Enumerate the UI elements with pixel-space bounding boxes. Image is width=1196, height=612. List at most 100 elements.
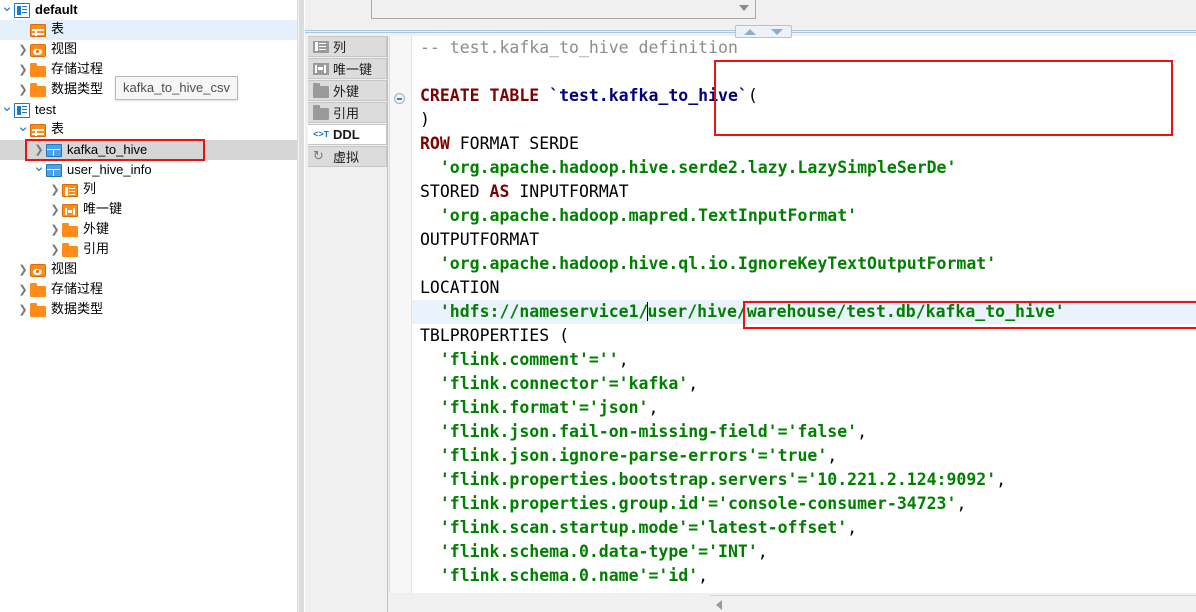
code-line[interactable]: ROW FORMAT SERDE	[412, 132, 1196, 156]
chevron-down-icon[interactable]	[735, 0, 753, 16]
code-line[interactable]: LOCATION	[412, 276, 1196, 300]
folder-icon	[30, 63, 46, 77]
tree-item-test[interactable]: ⌄ test	[0, 99, 297, 120]
folder-icon	[62, 223, 78, 237]
chevron-right-icon[interactable]: ❯	[48, 200, 62, 220]
tree-item-唯一键[interactable]: ❯ 唯一键	[0, 200, 297, 220]
code-fold-collapse-icon[interactable]	[394, 93, 405, 104]
sidebar-scrollbar-thumb[interactable]	[299, 0, 304, 612]
code-line[interactable]: 'org.apache.hadoop.hive.ql.io.IgnoreKeyT…	[412, 252, 1196, 276]
code-line[interactable]: 'flink.schema.0.data-type'='INT',	[412, 540, 1196, 564]
ddl-code-editor[interactable]: -- test.kafka_to_hive definition CREATE T…	[389, 36, 1196, 593]
tree-item-列[interactable]: ❯ 列	[0, 180, 297, 200]
sidebar-vertical-scrollbar[interactable]	[297, 0, 304, 612]
code-line[interactable]: OUTPUTFORMAT	[412, 228, 1196, 252]
code-token-cmt: -- test.kafka_to_hive definition	[420, 38, 738, 57]
chevron-right-icon[interactable]: ❯	[16, 60, 30, 80]
chevron-right-icon[interactable]: ❯	[48, 220, 62, 240]
chevron-right-icon[interactable]: ❯	[48, 240, 62, 260]
code-token-id: `test.kafka_to_hive`	[549, 86, 748, 105]
splitter-collapse-buttons[interactable]	[735, 25, 792, 38]
editor-gutter[interactable]	[390, 36, 412, 593]
code-line[interactable]: 'hdfs://nameservice1/user/hive/warehouse…	[412, 300, 1196, 324]
code-line[interactable]: 'flink.connector'='kafka',	[412, 372, 1196, 396]
code-token-pln: FORMAT SERDE	[449, 134, 579, 153]
code-line[interactable]: 'org.apache.hadoop.mapred.TextInputForma…	[412, 204, 1196, 228]
code-token-str: 'flink.schema.0.data-type'='INT'	[420, 542, 758, 561]
tree-item-default[interactable]: ⌄ default	[0, 0, 297, 20]
tree-item-kafka_to_hive[interactable]: ❯ kafka_to_hive	[0, 140, 297, 160]
code-line[interactable]: CREATE TABLE `test.kafka_to_hive`(	[412, 84, 1196, 108]
chevron-right-icon[interactable]: ❯	[16, 260, 30, 280]
ddl-icon: <>T	[313, 129, 330, 140]
tab-列[interactable]: 列	[308, 36, 387, 57]
tree-item-表[interactable]: ⌄ 表	[0, 119, 297, 140]
columns-icon	[62, 184, 78, 197]
code-token-pln: )	[420, 110, 430, 129]
tree-item-label: 数据类型	[51, 82, 104, 97]
collapse-up-icon[interactable]	[743, 28, 756, 35]
code-line[interactable]: 'flink.properties.bootstrap.servers'='10…	[412, 468, 1196, 492]
chevron-down-icon[interactable]: ⌄	[0, 99, 14, 118]
table-folder-icon	[30, 124, 46, 137]
chevron-right-icon[interactable]: ❯	[16, 300, 30, 320]
code-line[interactable]: 'flink.comment'='',	[412, 348, 1196, 372]
tree-item-视图[interactable]: ❯ 视图	[0, 260, 297, 280]
code-token-str: 'hdfs://nameservice1/	[420, 302, 649, 321]
tree-item-外键[interactable]: ❯ 外键	[0, 220, 297, 240]
code-line[interactable]	[412, 60, 1196, 84]
ddl-code-text[interactable]: -- test.kafka_to_hive definition CREATE T…	[412, 36, 1196, 593]
chevron-right-icon[interactable]: ❯	[48, 180, 62, 200]
code-token-str: 'flink.schema.0.name'='id'	[420, 566, 699, 585]
tree-item-视图[interactable]: ❯ 视图	[0, 40, 297, 60]
code-token-pln: ,	[827, 446, 838, 465]
tab-引用[interactable]: 引用	[308, 102, 387, 123]
chevron-down-icon[interactable]: ⌄	[32, 159, 46, 178]
code-line[interactable]: 'flink.json.ignore-parse-errors'='true',	[412, 444, 1196, 468]
columns-icon	[313, 40, 329, 53]
tree-item-数据类型[interactable]: ❯ 数据类型	[0, 300, 297, 320]
tree-tooltip: kafka_to_hive_csv	[115, 76, 238, 100]
chevron-down-icon[interactable]: ⌄	[0, 0, 14, 18]
tree-item-user_hive_info[interactable]: ⌄ user_hive_info	[0, 159, 297, 180]
tab-label: 虚拟	[333, 151, 360, 166]
tab-唯一键[interactable]: 唯一键	[308, 58, 387, 79]
database-tree-sidebar[interactable]: ⌄ default 表 ❯ 视图 ❯ 存储过程 ❯ 数据类型 ⌄ test ⌄ 表 ❯ kafka_to_…	[0, 0, 297, 612]
tab-label: 引用	[333, 107, 360, 122]
chevron-right-icon[interactable]: ❯	[32, 140, 46, 160]
chevron-right-icon[interactable]: ❯	[16, 80, 30, 100]
tree-item-表[interactable]: 表	[0, 20, 297, 40]
chevron-right-icon[interactable]: ❯	[16, 280, 30, 300]
code-line[interactable]: 'flink.scan.startup.mode'='latest-offset…	[412, 516, 1196, 540]
code-line[interactable]: 'flink.properties.group.id'='console-con…	[412, 492, 1196, 516]
code-line[interactable]: 'flink.format'='json',	[412, 396, 1196, 420]
editor-horizontal-scrollbar[interactable]	[710, 595, 1196, 612]
tree-item-label: 表	[51, 122, 65, 137]
app-window: ⌄ default 表 ❯ 视图 ❯ 存储过程 ❯ 数据类型 ⌄ test ⌄ 表 ❯ kafka_to_…	[0, 0, 1196, 612]
code-token-pln: LOCATION	[420, 278, 500, 297]
code-line[interactable]: -- test.kafka_to_hive definition	[412, 36, 1196, 60]
code-token-str: 'flink.format'='json'	[420, 398, 649, 417]
code-line[interactable]: 'org.apache.hadoop.hive.serde2.lazy.Lazy…	[412, 156, 1196, 180]
tree-list[interactable]: ⌄ default 表 ❯ 视图 ❯ 存储过程 ❯ 数据类型 ⌄ test ⌄ 表 ❯ kafka_to_…	[0, 0, 297, 320]
code-line[interactable]: 'flink.json.fail-on-missing-field'='fals…	[412, 420, 1196, 444]
code-token-str: 'flink.comment'=''	[420, 350, 619, 369]
chevron-right-icon[interactable]: ❯	[16, 40, 30, 60]
tab-DDL[interactable]: <>T DDL	[308, 124, 387, 145]
tab-外键[interactable]: 外键	[308, 80, 387, 101]
code-line[interactable]: TBLPROPERTIES (	[412, 324, 1196, 348]
code-line[interactable]: STORED AS INPUTFORMAT	[412, 180, 1196, 204]
tree-item-引用[interactable]: ❯ 引用	[0, 240, 297, 260]
code-token-pln: ,	[847, 518, 858, 537]
detail-tab-strip[interactable]: 列唯一键 外键引用 <>T DDL ↻ 虚拟	[308, 36, 388, 612]
collapse-down-icon[interactable]	[771, 28, 784, 35]
object-selector-combobox[interactable]	[371, 0, 756, 19]
chevron-down-icon[interactable]: ⌄	[16, 119, 30, 138]
code-token-kw: ROW	[420, 134, 450, 153]
tree-item-存储过程[interactable]: ❯ 存储过程	[0, 280, 297, 300]
view-eye-icon	[30, 264, 46, 277]
tab-虚拟[interactable]: ↻ 虚拟	[308, 146, 387, 167]
scroll-left-icon[interactable]	[712, 598, 725, 611]
code-line[interactable]: )	[412, 108, 1196, 132]
code-line[interactable]: 'flink.schema.0.name'='id',	[412, 564, 1196, 588]
